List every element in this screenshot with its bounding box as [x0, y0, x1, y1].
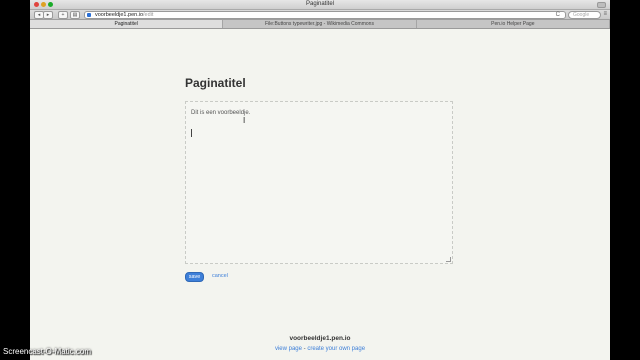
- toolbar-toggle-icon[interactable]: [597, 2, 606, 8]
- bookmarks-icon[interactable]: ▤: [70, 11, 80, 19]
- resize-grip-icon[interactable]: [446, 257, 451, 262]
- forward-button[interactable]: ▸: [43, 11, 53, 19]
- window-title: Paginatitel: [305, 1, 335, 7]
- reload-icon[interactable]: C: [556, 12, 560, 18]
- url-path: /edit: [143, 12, 154, 18]
- text-caret: [191, 129, 192, 137]
- view-page-link[interactable]: view page: [275, 346, 302, 352]
- title-bar: Paginatitel: [30, 0, 610, 10]
- cancel-link[interactable]: cancel: [212, 273, 228, 279]
- save-button[interactable]: save: [185, 272, 204, 282]
- browser-toolbar: ◂ ▸ + ▤ voorbeeldje1.pen.io/edit C Googl…: [30, 10, 610, 20]
- footer-domain: voorbeeldje1.pen.io: [289, 335, 351, 342]
- page-title[interactable]: Paginatitel: [185, 76, 246, 90]
- url-host: voorbeeldje1.pen.io: [95, 12, 144, 18]
- tab-penio-helper[interactable]: Pen.io Helper Page: [417, 20, 610, 28]
- search-placeholder: Google: [573, 12, 590, 18]
- content-editor[interactable]: Dit is een voorbeeldje. I: [185, 101, 453, 264]
- tab-paginatitel[interactable]: Paginatitel: [30, 20, 224, 28]
- tab-strip: Paginatitel File:Buttons typewriter.jpg …: [30, 20, 610, 29]
- text-cursor-icon: I: [243, 116, 246, 125]
- tab-wikimedia[interactable]: File:Buttons typewriter.jpg - Wikimedia …: [223, 20, 417, 28]
- editor-text: Dit is een voorbeeldje.: [191, 110, 251, 116]
- minimize-window-icon[interactable]: [41, 2, 46, 7]
- footer-links: view page - create your own page: [30, 346, 610, 352]
- search-field[interactable]: Google: [568, 11, 601, 19]
- close-window-icon[interactable]: [34, 2, 39, 7]
- create-page-link[interactable]: create your own page: [307, 346, 365, 352]
- menu-icon[interactable]: ≡: [603, 11, 607, 17]
- add-bookmark-button[interactable]: +: [58, 11, 68, 19]
- zoom-window-icon[interactable]: [48, 2, 53, 7]
- browser-window: Paginatitel ◂ ▸ + ▤ voorbeeldje1.pen.io/…: [30, 0, 610, 360]
- address-bar[interactable]: voorbeeldje1.pen.io/edit C: [84, 11, 566, 19]
- recorder-watermark: Screencast-O-Matic.com: [3, 347, 92, 356]
- site-icon: [87, 13, 91, 17]
